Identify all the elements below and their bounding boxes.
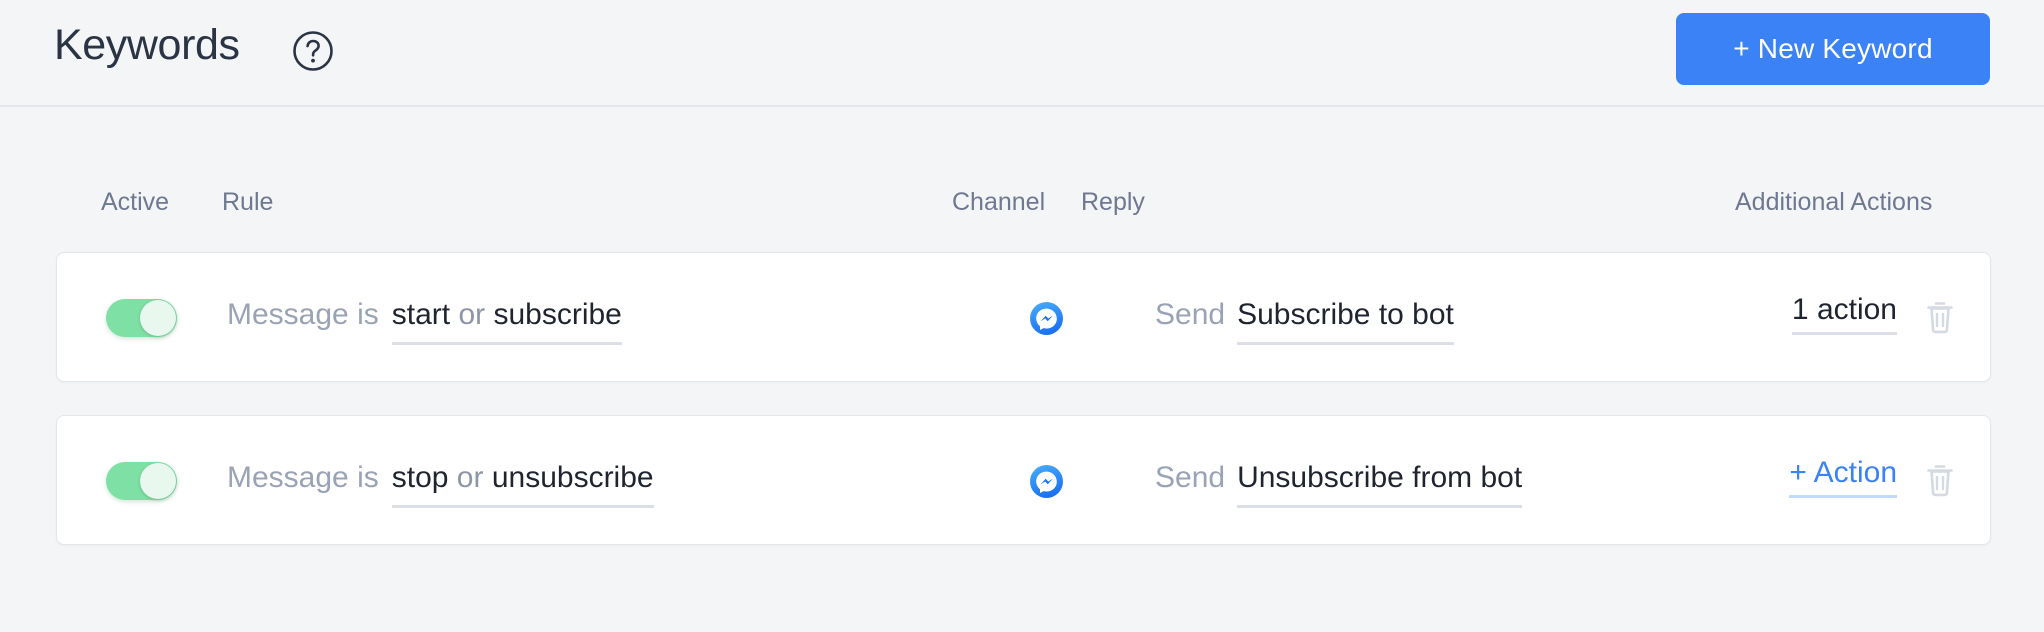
rule-keyword-2: subscribe — [493, 298, 622, 331]
facebook-messenger-icon[interactable] — [1030, 302, 1063, 335]
help-icon[interactable] — [292, 30, 334, 72]
rule-prefix-label: Message is — [227, 461, 379, 494]
table-row: Message is start or subscribe Send Subsc… — [56, 252, 1991, 382]
reply-expression: Send Subscribe to bot — [1155, 293, 1454, 345]
rule-prefix-label: Message is — [227, 298, 379, 331]
rule-keyword-1: start — [391, 298, 451, 331]
trash-icon[interactable] — [1925, 463, 1955, 497]
column-header-additional-actions: Additional Actions — [1735, 188, 1933, 216]
column-header-reply: Reply — [1081, 188, 1145, 216]
rule-value-input[interactable]: stop or unsubscribe — [391, 456, 654, 508]
column-header-rule: Rule — [222, 188, 274, 216]
reply-expression: Send Unsubscribe from bot — [1155, 456, 1523, 508]
rule-keyword-2: unsubscribe — [491, 461, 654, 494]
active-toggle[interactable] — [106, 462, 177, 500]
additional-actions-cell: + Action — [1789, 456, 1897, 498]
rule-separator: or — [456, 461, 484, 494]
rule-keyword-1: stop — [391, 461, 449, 494]
rule-value-input[interactable]: start or subscribe — [391, 293, 622, 345]
rule-expression: Message is stop or unsubscribe — [227, 456, 654, 508]
table-row: Message is stop or unsubscribe Send Unsu… — [56, 415, 1991, 545]
toggle-knob — [140, 300, 176, 336]
reply-prefix-label: Send — [1155, 461, 1226, 494]
keywords-page: Keywords + New Keyword Active Rule Chann… — [0, 0, 2044, 632]
active-toggle[interactable] — [106, 299, 177, 337]
trash-icon[interactable] — [1925, 300, 1955, 334]
facebook-messenger-icon[interactable] — [1030, 465, 1063, 498]
reply-value-input[interactable]: Unsubscribe from bot — [1237, 456, 1523, 508]
rule-separator: or — [458, 298, 486, 331]
page-title: Keywords — [54, 21, 240, 69]
column-header-channel: Channel — [952, 188, 1046, 216]
toggle-knob — [140, 463, 176, 499]
column-header-active: Active — [101, 188, 170, 216]
add-action-link[interactable]: + Action — [1789, 456, 1897, 498]
new-keyword-button[interactable]: + New Keyword — [1676, 13, 1990, 85]
table-column-headers: Active Rule Channel Reply Additional Act… — [0, 190, 2044, 230]
action-count-link[interactable]: 1 action — [1791, 293, 1897, 335]
reply-prefix-label: Send — [1155, 298, 1226, 331]
rule-expression: Message is start or subscribe — [227, 293, 622, 345]
page-header: Keywords + New Keyword — [0, 0, 2044, 107]
additional-actions-cell: 1 action — [1791, 293, 1897, 335]
reply-value-input[interactable]: Subscribe to bot — [1237, 293, 1454, 345]
